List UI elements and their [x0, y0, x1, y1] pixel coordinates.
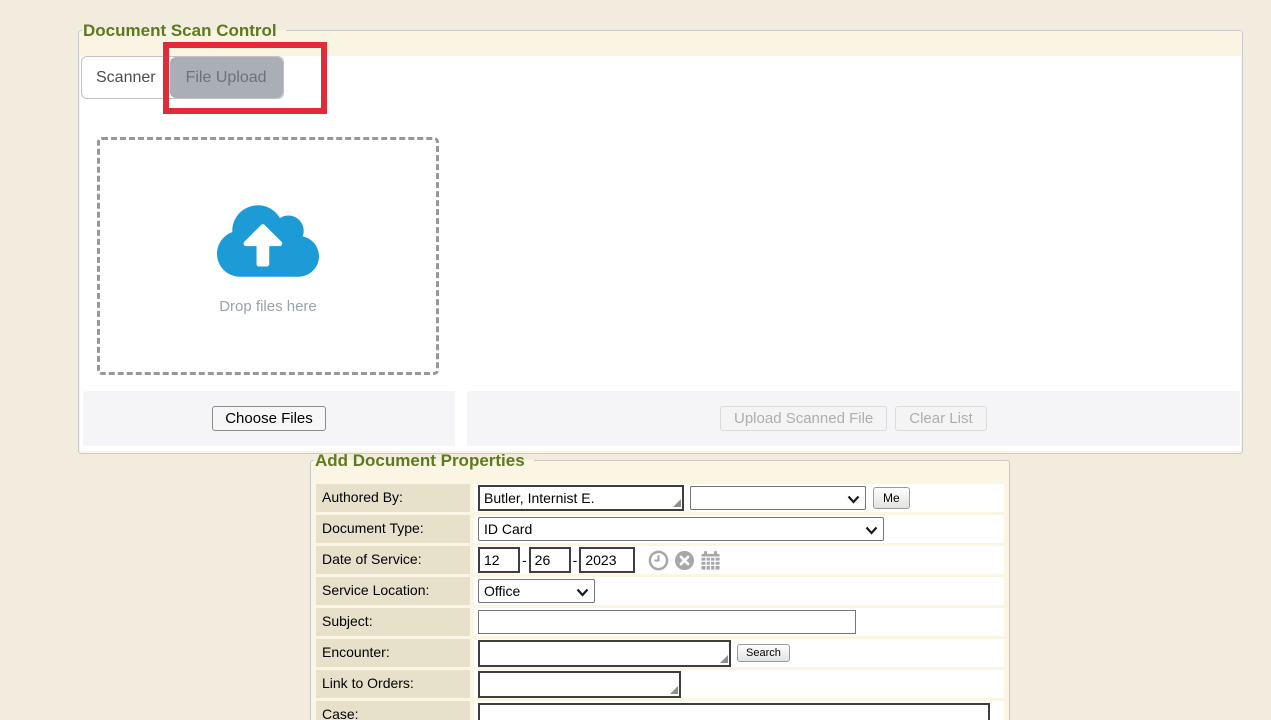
encounter-input[interactable] [478, 640, 731, 667]
case-row: Case: [316, 701, 1004, 720]
file-drop-zone[interactable]: Drop files here [97, 137, 439, 375]
date-year-input[interactable] [579, 547, 635, 573]
choose-files-bar: Choose Files [83, 391, 455, 446]
link-to-orders-label: Link to Orders: [316, 670, 470, 698]
chevron-down-icon [576, 588, 589, 597]
authored-by-label: Authored By: [316, 484, 470, 512]
annotation-highlight-box [163, 42, 327, 114]
document-type-label: Document Type: [316, 515, 470, 543]
case-textarea[interactable] [478, 703, 990, 720]
document-scan-page: Document Scan Control Scanner File Uploa… [0, 0, 1271, 720]
document-properties-title: Add Document Properties [314, 450, 534, 471]
link-to-orders-input[interactable] [478, 671, 681, 698]
case-label: Case: [316, 701, 470, 720]
encounter-label: Encounter: [316, 639, 470, 667]
authored-by-input[interactable] [478, 485, 684, 511]
document-type-row: Document Type: ID Card [316, 515, 1004, 543]
cloud-upload-icon [217, 200, 319, 282]
subject-label: Subject: [316, 608, 470, 636]
date-separator: - [522, 552, 527, 568]
subject-row: Subject: [316, 608, 1004, 636]
subject-input[interactable] [478, 610, 856, 634]
clear-list-button[interactable]: Clear List [895, 406, 986, 431]
date-day-input[interactable] [529, 547, 571, 573]
choose-files-button[interactable]: Choose Files [212, 406, 326, 431]
document-type-select[interactable]: ID Card [478, 517, 884, 541]
encounter-search-button[interactable]: Search [737, 644, 790, 662]
date-separator: - [573, 552, 578, 568]
authored-by-row: Authored By: Me [316, 484, 1004, 512]
document-properties-form: Authored By: Me Document Type: ID Card [316, 484, 1004, 720]
date-month-input[interactable] [478, 547, 520, 573]
tab-scanner[interactable]: Scanner [82, 57, 170, 98]
encounter-row: Encounter: Search [316, 639, 1004, 667]
date-of-service-label: Date of Service: [316, 546, 470, 574]
link-to-orders-row: Link to Orders: [316, 670, 1004, 698]
date-of-service-row: Date of Service: - - [316, 546, 1004, 574]
chevron-down-icon [847, 495, 860, 504]
current-time-icon[interactable] [648, 550, 669, 571]
me-button[interactable]: Me [873, 487, 910, 509]
upload-actions-bar: Upload Scanned File Clear List [467, 391, 1240, 446]
clear-date-icon[interactable] [674, 550, 695, 571]
service-location-row: Service Location: Office [316, 577, 1004, 605]
drop-files-label: Drop files here [219, 298, 317, 315]
calendar-icon[interactable] [700, 550, 721, 571]
chevron-down-icon [865, 526, 878, 535]
scan-control-title: Document Scan Control [82, 20, 286, 41]
authored-by-select[interactable] [690, 486, 866, 510]
upload-scanned-file-button[interactable]: Upload Scanned File [720, 406, 887, 431]
service-location-select[interactable]: Office [478, 579, 595, 603]
service-location-label: Service Location: [316, 577, 470, 605]
